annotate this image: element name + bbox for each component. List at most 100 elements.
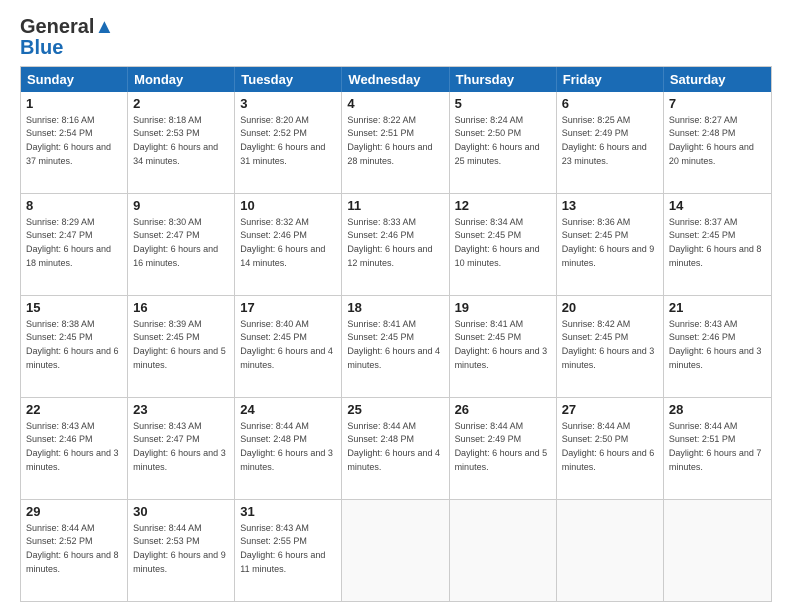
cell-info: Sunrise: 8:41 AMSunset: 2:45 PMDaylight:… (347, 319, 440, 370)
calendar-cell: 18Sunrise: 8:41 AMSunset: 2:45 PMDayligh… (342, 296, 449, 397)
calendar-cell: 22 Sunrise: 8:43 AMSunset: 2:46 PMDayligh… (21, 398, 128, 499)
cell-info: Sunrise: 8:30 AMSunset: 2:47 PMDaylight:… (133, 217, 218, 268)
day-number: 14 (669, 197, 766, 215)
calendar-cell: 3 Sunrise: 8:20 AMSunset: 2:52 PMDaylight… (235, 92, 342, 193)
cell-info: Sunrise: 8:24 AMSunset: 2:50 PMDaylight:… (455, 115, 540, 166)
cell-info: Sunrise: 8:36 AMSunset: 2:45 PMDaylight:… (562, 217, 655, 268)
calendar-cell: 7Sunrise: 8:27 AMSunset: 2:48 PMDaylight… (664, 92, 771, 193)
cell-info: Sunrise: 8:38 AMSunset: 2:45 PMDaylight:… (26, 319, 119, 370)
cell-info: Sunrise: 8:22 AMSunset: 2:51 PMDaylight:… (347, 115, 432, 166)
day-number: 26 (455, 401, 551, 419)
day-number: 12 (455, 197, 551, 215)
calendar-cell: 6 Sunrise: 8:25 AMSunset: 2:49 PMDaylight… (557, 92, 664, 193)
day-number: 22 (26, 401, 122, 419)
cell-info: Sunrise: 8:41 AMSunset: 2:45 PMDaylight:… (455, 319, 548, 370)
calendar-cell: 31 Sunrise: 8:43 AMSunset: 2:55 PMDayligh… (235, 500, 342, 601)
cell-info: Sunrise: 8:43 AMSunset: 2:55 PMDaylight:… (240, 523, 325, 574)
calendar-cell: 23 Sunrise: 8:43 AMSunset: 2:47 PMDayligh… (128, 398, 235, 499)
day-number: 30 (133, 503, 229, 521)
header-day-sunday: Sunday (21, 67, 128, 92)
day-number: 9 (133, 197, 229, 215)
day-number: 29 (26, 503, 122, 521)
calendar-cell: 27 Sunrise: 8:44 AMSunset: 2:50 PMDayligh… (557, 398, 664, 499)
cell-info: Sunrise: 8:43 AMSunset: 2:46 PMDaylight:… (26, 421, 119, 472)
calendar-cell: 14 Sunrise: 8:37 AMSunset: 2:45 PMDayligh… (664, 194, 771, 295)
calendar-cell: 13 Sunrise: 8:36 AMSunset: 2:45 PMDayligh… (557, 194, 664, 295)
day-number: 1 (26, 95, 122, 113)
calendar-cell: 12 Sunrise: 8:34 AMSunset: 2:45 PMDayligh… (450, 194, 557, 295)
day-number: 17 (240, 299, 336, 317)
cell-info: Sunrise: 8:44 AMSunset: 2:53 PMDaylight:… (133, 523, 226, 574)
calendar-cell: 11Sunrise: 8:33 AMSunset: 2:46 PMDayligh… (342, 194, 449, 295)
calendar: SundayMondayTuesdayWednesdayThursdayFrid… (20, 66, 772, 602)
cell-info: Sunrise: 8:25 AMSunset: 2:49 PMDaylight:… (562, 115, 647, 166)
cell-info: Sunrise: 8:44 AMSunset: 2:49 PMDaylight:… (455, 421, 548, 472)
cell-info: Sunrise: 8:18 AMSunset: 2:53 PMDaylight:… (133, 115, 218, 166)
calendar-cell: 5 Sunrise: 8:24 AMSunset: 2:50 PMDaylight… (450, 92, 557, 193)
cell-info: Sunrise: 8:44 AMSunset: 2:52 PMDaylight:… (26, 523, 119, 574)
calendar-cell: 1Sunrise: 8:16 AMSunset: 2:54 PMDaylight… (21, 92, 128, 193)
cell-info: Sunrise: 8:43 AMSunset: 2:47 PMDaylight:… (133, 421, 226, 472)
calendar-cell: 2 Sunrise: 8:18 AMSunset: 2:53 PMDaylight… (128, 92, 235, 193)
calendar-row-4: 22 Sunrise: 8:43 AMSunset: 2:46 PMDayligh… (21, 398, 771, 500)
calendar-cell: 29 Sunrise: 8:44 AMSunset: 2:52 PMDayligh… (21, 500, 128, 601)
day-number: 13 (562, 197, 658, 215)
header-day-thursday: Thursday (450, 67, 557, 92)
calendar-cell: 28 Sunrise: 8:44 AMSunset: 2:51 PMDayligh… (664, 398, 771, 499)
cell-info: Sunrise: 8:37 AMSunset: 2:45 PMDaylight:… (669, 217, 762, 268)
header-day-saturday: Saturday (664, 67, 771, 92)
calendar-cell: 4 Sunrise: 8:22 AMSunset: 2:51 PMDaylight… (342, 92, 449, 193)
cell-info: Sunrise: 8:44 AMSunset: 2:48 PMDaylight:… (240, 421, 333, 472)
day-number: 6 (562, 95, 658, 113)
calendar-cell: 30 Sunrise: 8:44 AMSunset: 2:53 PMDayligh… (128, 500, 235, 601)
calendar-row-2: 8Sunrise: 8:29 AMSunset: 2:47 PMDaylight… (21, 194, 771, 296)
calendar-cell: 21 Sunrise: 8:43 AMSunset: 2:46 PMDayligh… (664, 296, 771, 397)
header-day-wednesday: Wednesday (342, 67, 449, 92)
header-day-monday: Monday (128, 67, 235, 92)
calendar-cell: 19 Sunrise: 8:41 AMSunset: 2:45 PMDayligh… (450, 296, 557, 397)
day-number: 20 (562, 299, 658, 317)
day-number: 21 (669, 299, 766, 317)
logo-blue: Blue (20, 38, 63, 58)
cell-info: Sunrise: 8:32 AMSunset: 2:46 PMDaylight:… (240, 217, 325, 268)
cell-info: Sunrise: 8:44 AMSunset: 2:50 PMDaylight:… (562, 421, 655, 472)
day-number: 24 (240, 401, 336, 419)
calendar-header: SundayMondayTuesdayWednesdayThursdayFrid… (21, 67, 771, 92)
day-number: 3 (240, 95, 336, 113)
cell-info: Sunrise: 8:44 AMSunset: 2:48 PMDaylight:… (347, 421, 440, 472)
cell-info: Sunrise: 8:43 AMSunset: 2:46 PMDaylight:… (669, 319, 762, 370)
day-number: 31 (240, 503, 336, 521)
day-number: 28 (669, 401, 766, 419)
cell-info: Sunrise: 8:44 AMSunset: 2:51 PMDaylight:… (669, 421, 762, 472)
day-number: 10 (240, 197, 336, 215)
day-number: 7 (669, 95, 766, 113)
calendar-cell: 8Sunrise: 8:29 AMSunset: 2:47 PMDaylight… (21, 194, 128, 295)
day-number: 16 (133, 299, 229, 317)
calendar-row-3: 15 Sunrise: 8:38 AMSunset: 2:45 PMDayligh… (21, 296, 771, 398)
calendar-cell (450, 500, 557, 601)
calendar-cell: 26 Sunrise: 8:44 AMSunset: 2:49 PMDayligh… (450, 398, 557, 499)
day-number: 5 (455, 95, 551, 113)
calendar-cell (557, 500, 664, 601)
calendar-cell: 24 Sunrise: 8:44 AMSunset: 2:48 PMDayligh… (235, 398, 342, 499)
day-number: 4 (347, 95, 443, 113)
cell-info: Sunrise: 8:34 AMSunset: 2:45 PMDaylight:… (455, 217, 540, 268)
calendar-cell: 25 Sunrise: 8:44 AMSunset: 2:48 PMDayligh… (342, 398, 449, 499)
day-number: 11 (347, 197, 443, 215)
calendar-body: 1Sunrise: 8:16 AMSunset: 2:54 PMDaylight… (21, 92, 771, 601)
calendar-row-5: 29 Sunrise: 8:44 AMSunset: 2:52 PMDayligh… (21, 500, 771, 601)
logo: General▲ Blue (20, 16, 114, 58)
day-number: 2 (133, 95, 229, 113)
calendar-cell: 15 Sunrise: 8:38 AMSunset: 2:45 PMDayligh… (21, 296, 128, 397)
day-number: 8 (26, 197, 122, 215)
calendar-cell: 17Sunrise: 8:40 AMSunset: 2:45 PMDayligh… (235, 296, 342, 397)
day-number: 19 (455, 299, 551, 317)
cell-info: Sunrise: 8:39 AMSunset: 2:45 PMDaylight:… (133, 319, 226, 370)
day-number: 15 (26, 299, 122, 317)
header-day-tuesday: Tuesday (235, 67, 342, 92)
calendar-cell: 10 Sunrise: 8:32 AMSunset: 2:46 PMDayligh… (235, 194, 342, 295)
day-number: 23 (133, 401, 229, 419)
cell-info: Sunrise: 8:20 AMSunset: 2:52 PMDaylight:… (240, 115, 325, 166)
day-number: 25 (347, 401, 443, 419)
day-number: 27 (562, 401, 658, 419)
